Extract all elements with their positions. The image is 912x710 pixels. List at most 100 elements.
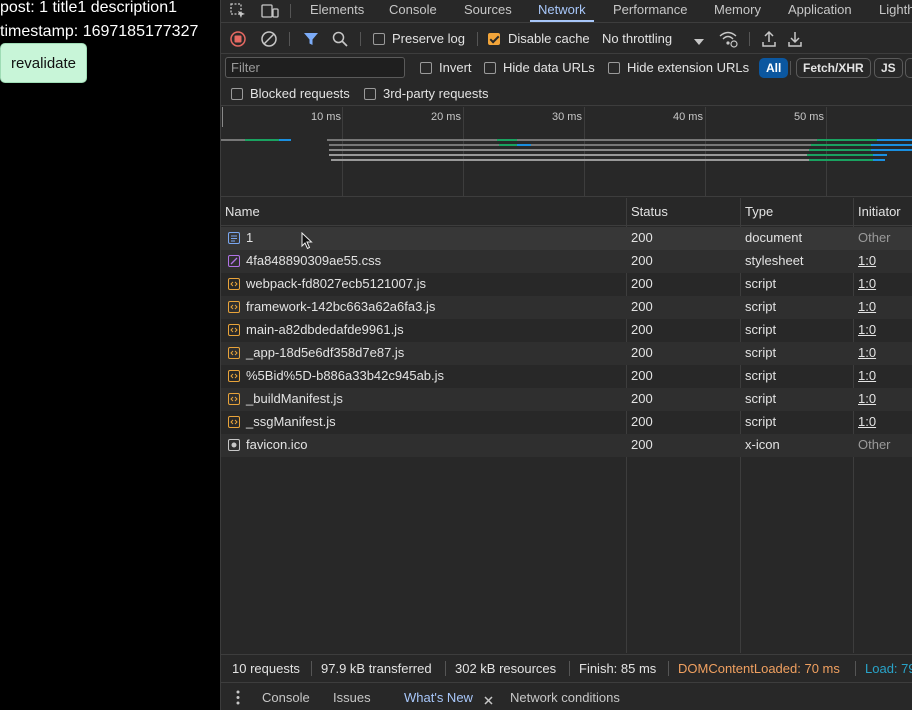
table-row[interactable]: favicon.ico 200 x-icon Other [221, 434, 912, 457]
finish-time: Finish: 85 ms [579, 661, 657, 676]
row-name: _buildManifest.js [246, 391, 343, 406]
row-name: _ssgManifest.js [246, 414, 336, 429]
tab-elements[interactable]: Elements [310, 0, 364, 22]
row-type: script [745, 345, 777, 360]
toolbar-separator [289, 32, 290, 46]
inspect-element-icon[interactable] [230, 3, 246, 19]
close-icon[interactable] [484, 693, 493, 705]
hide-data-urls-checkbox[interactable] [484, 62, 496, 74]
row-status: 200 [631, 368, 653, 383]
column-header-initiator[interactable]: Initiator [858, 204, 901, 219]
timestamp-line: timestamp: 1697185177327 [0, 23, 199, 40]
import-har-icon[interactable] [761, 30, 777, 48]
table-header: Name Status Type Initiator [221, 198, 912, 226]
table-row[interactable]: webpack-fd8027ecb5121007.js 200 script 1:0 [221, 273, 912, 296]
row-initiator[interactable]: 1:0 [858, 276, 876, 291]
row-status: 200 [631, 437, 653, 452]
filter-input[interactable] [225, 57, 405, 78]
table-row[interactable]: _ssgManifest.js 200 script 1:0 [221, 411, 912, 434]
filter-bar-secondary: Blocked requests 3rd-party requests [221, 82, 912, 106]
stylesheet-icon [228, 255, 240, 267]
tab-lighthouse[interactable]: Lighth [879, 0, 912, 22]
drawer-tab-console[interactable]: Console [262, 690, 310, 705]
row-type: x-icon [745, 437, 780, 452]
throttling-select[interactable]: No throttling [602, 31, 672, 46]
post-line: post: 1 title1 description1 [0, 0, 177, 16]
drawer-tab-network-conditions[interactable]: Network conditions [510, 690, 620, 705]
row-status: 200 [631, 322, 653, 337]
tab-sources[interactable]: Sources [464, 0, 512, 22]
row-initiator[interactable]: 1:0 [858, 322, 876, 337]
script-icon [228, 393, 240, 405]
hide-extension-urls-checkbox[interactable] [608, 62, 620, 74]
image-icon [228, 439, 240, 451]
tab-network[interactable]: Network [530, 0, 594, 22]
toolbar-separator [749, 32, 750, 46]
row-type: script [745, 299, 777, 314]
tab-performance[interactable]: Performance [613, 0, 687, 22]
table-row[interactable]: 1 200 document Other [221, 227, 912, 250]
row-initiator: Other [858, 230, 891, 245]
row-initiator[interactable]: 1:0 [858, 368, 876, 383]
type-filter-js[interactable]: JS [874, 58, 903, 78]
filter-bar: Invert Hide data URLs Hide extension URL… [221, 55, 912, 81]
network-conditions-icon[interactable] [718, 30, 738, 48]
tab-memory[interactable]: Memory [714, 0, 761, 22]
type-filter-more[interactable] [905, 58, 912, 78]
network-overview[interactable]: 10 ms 20 ms 30 ms 40 ms 50 ms [221, 107, 912, 197]
invert-label: Invert [439, 60, 472, 75]
type-filter-fetch-xhr[interactable]: Fetch/XHR [796, 58, 871, 78]
disable-cache-checkbox[interactable] [488, 33, 500, 45]
table-row[interactable]: _buildManifest.js 200 script 1:0 [221, 388, 912, 411]
row-initiator[interactable]: 1:0 [858, 345, 876, 360]
invert-checkbox[interactable] [420, 62, 432, 74]
script-icon [228, 278, 240, 290]
hide-extension-urls-label: Hide extension URLs [627, 60, 750, 75]
script-icon [228, 370, 240, 382]
row-initiator[interactable]: 1:0 [858, 299, 876, 314]
row-status: 200 [631, 345, 653, 360]
tab-application[interactable]: Application [788, 0, 852, 22]
third-party-checkbox[interactable] [364, 88, 376, 100]
type-filter-all[interactable]: All [759, 58, 789, 78]
filter-funnel-icon[interactable] [303, 31, 319, 47]
status-separator [855, 661, 856, 676]
record-stop-icon[interactable] [230, 31, 246, 47]
column-header-status[interactable]: Status [631, 204, 668, 219]
preserve-log-checkbox[interactable] [373, 33, 385, 45]
chevron-down-icon[interactable] [694, 34, 704, 45]
drawer-tab-bar: Console Issues What's New Network condit… [221, 682, 912, 710]
row-status: 200 [631, 276, 653, 291]
drawer-tab-issues[interactable]: Issues [333, 690, 371, 705]
revalidate-button[interactable]: revalidate [0, 43, 87, 83]
search-icon[interactable] [332, 31, 348, 47]
drawer-tab-whats-new[interactable]: What's New [404, 690, 473, 705]
resources-size: 302 kB resources [455, 661, 557, 676]
overview-waterfall [221, 139, 912, 161]
export-har-icon[interactable] [787, 30, 803, 48]
row-initiator[interactable]: 1:0 [858, 253, 876, 268]
requests-table: Name Status Type Initiator 1 200 document O… [221, 198, 912, 653]
row-initiator[interactable]: 1:0 [858, 414, 876, 429]
row-name: %5Bid%5D-b886a33b42c945ab.js [246, 368, 445, 383]
tab-console[interactable]: Console [389, 0, 437, 22]
more-options-icon[interactable] [235, 690, 241, 705]
row-name: 1 [246, 230, 254, 245]
device-toolbar-icon[interactable] [261, 3, 279, 19]
table-row[interactable]: main-a82dbdedafde9961.js 200 script 1:0 [221, 319, 912, 342]
request-count: 10 requests [232, 661, 300, 676]
clear-icon[interactable] [261, 31, 277, 47]
table-row[interactable]: 4fa848890309ae55.css 200 stylesheet 1:0 [221, 250, 912, 273]
tab-separator [290, 4, 291, 18]
table-row[interactable]: _app-18d5e6df358d7e87.js 200 script 1:0 [221, 342, 912, 365]
table-row[interactable]: %5Bid%5D-b886a33b42c945ab.js 200 script 1:0 [221, 365, 912, 388]
devtools-tab-bar: Elements Console Sources Network Perform… [221, 0, 912, 23]
table-row[interactable]: framework-142bc663a62a6fa3.js 200 script 1:… [221, 296, 912, 319]
column-header-type[interactable]: Type [745, 204, 773, 219]
row-status: 200 [631, 253, 653, 268]
row-initiator[interactable]: 1:0 [858, 391, 876, 406]
column-header-name[interactable]: Name [225, 204, 260, 219]
document-icon [228, 232, 240, 244]
blocked-requests-checkbox[interactable] [231, 88, 243, 100]
row-status: 200 [631, 414, 653, 429]
